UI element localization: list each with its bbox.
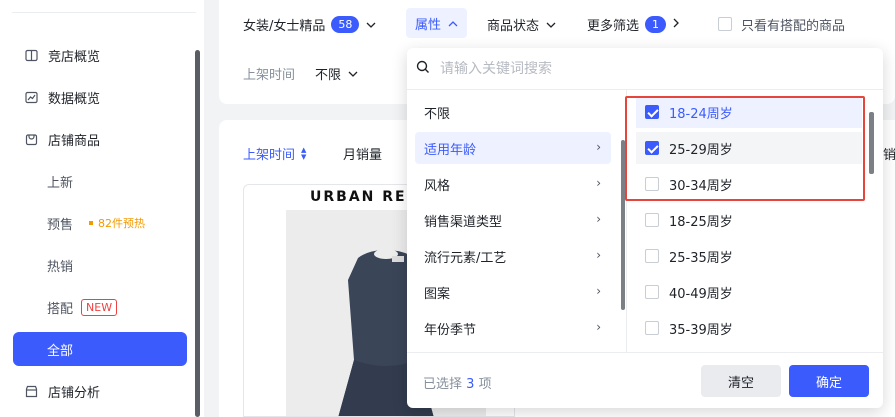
new-tag: NEW	[81, 298, 118, 316]
sidebar-item-label: 热销	[47, 259, 74, 275]
clear-button[interactable]: 清空	[701, 365, 781, 397]
more-filters-count-badge: 1	[645, 15, 667, 33]
chevron-right-icon	[673, 17, 679, 32]
sidebar-subitem-match[interactable]: 搭配 NEW	[13, 290, 187, 324]
sidebar-item-label: 搭配	[47, 301, 74, 317]
chevron-up-icon	[448, 16, 458, 31]
checkbox[interactable]	[718, 17, 732, 31]
sidebar-scrollbar[interactable]	[195, 50, 200, 417]
keyword-search-input[interactable]	[440, 60, 840, 77]
shelf-time-select[interactable]: 不限	[315, 61, 358, 85]
chevron-right-icon: ›	[596, 176, 601, 190]
presale-hot-badge: 82件预热	[89, 215, 145, 231]
chevron-right-icon: ›	[596, 140, 601, 154]
sidebar-item-store-analysis[interactable]: 店铺分析	[13, 374, 187, 408]
divider	[12, 12, 196, 13]
sidebar: 竞店概览 数据概览 店铺商品 上新 预售 82件预热 热销 搭配 NEW 全部 …	[0, 0, 204, 417]
shop-bag-icon	[25, 133, 38, 146]
attr-category-item[interactable]: 不限	[415, 96, 611, 128]
sort-edge-label: 销	[883, 148, 895, 163]
sort-icon: ▲ ▼	[301, 145, 307, 161]
dropdown-footer: 已选择 3 项 清空 确定	[407, 352, 883, 408]
age-option[interactable]: 40-49周岁	[636, 276, 862, 308]
attr-category-item[interactable]: 销售渠道类型 ›	[415, 204, 611, 236]
confirm-button[interactable]: 确定	[789, 365, 869, 397]
attr-category-item[interactable]: 风格 ›	[415, 168, 611, 200]
category-count-badge: 58	[331, 15, 360, 33]
chevron-right-icon: ›	[596, 248, 601, 262]
sidebar-item-store-overview[interactable]: 竞店概览	[13, 38, 187, 72]
chevron-right-icon: ›	[596, 284, 601, 298]
attr-category-item[interactable]: 图案 ›	[415, 276, 611, 308]
sort-shelf-time[interactable]: 上架时间 ▲ ▼	[243, 144, 306, 163]
chevron-right-icon: ›	[596, 320, 601, 334]
brand-name: URBAN RE	[310, 189, 407, 205]
attr-category-item[interactable]: 年份季节 ›	[415, 312, 611, 344]
sidebar-item-label: 预售	[47, 217, 74, 233]
sidebar-item-label: 数据概览	[48, 91, 101, 107]
option-scrollbar[interactable]	[869, 112, 874, 174]
sidebar-subitem-all[interactable]: 全部	[13, 332, 187, 366]
chevron-right-icon: ›	[596, 212, 601, 226]
attr-category-item[interactable]: 适用年龄 ›	[415, 132, 611, 164]
age-option[interactable]: 18-25周岁	[636, 204, 862, 236]
sidebar-subitem-presale[interactable]: 预售 82件预热	[13, 206, 187, 240]
attr-category-item[interactable]: 流行元素/工艺 ›	[415, 240, 611, 272]
store-icon	[25, 385, 38, 398]
chart-icon	[25, 91, 38, 104]
checkbox[interactable]	[645, 321, 659, 335]
search-icon	[416, 60, 430, 78]
checkbox[interactable]	[645, 213, 659, 227]
matched-only-checkbox[interactable]: 只看有搭配的商品	[718, 12, 845, 36]
sidebar-item-label: 店铺商品	[48, 133, 101, 149]
book-icon	[25, 49, 38, 62]
sidebar-item-store-products[interactable]: 店铺商品	[13, 122, 187, 156]
attribute-category-list: 不限 适用年龄 › 风格 › 销售渠道类型 › 流行元素/工艺 › 图案 › 年份季节 ›	[407, 90, 627, 352]
more-filters[interactable]: 更多筛选 1	[587, 12, 679, 36]
sidebar-item-label: 上新	[47, 175, 74, 191]
dropdown-search	[407, 48, 883, 90]
sidebar-item-label: 店铺分析	[48, 385, 101, 401]
age-option[interactable]: 25-35周岁	[636, 240, 862, 272]
selected-count: 3	[466, 377, 475, 392]
selected-count-text: 已选择 3 项	[423, 377, 492, 392]
shelf-time-label: 上架时间	[243, 67, 296, 83]
chevron-down-icon	[546, 17, 556, 32]
chevron-down-icon	[348, 66, 358, 81]
sidebar-item-label: 全部	[47, 343, 74, 359]
sidebar-subitem-hot[interactable]: 热销	[13, 248, 187, 282]
sidebar-item-label: 竞店概览	[48, 49, 101, 65]
category-filter[interactable]: 女装/女士精品 58	[243, 12, 376, 36]
sort-monthly-sales[interactable]: 月销量	[343, 144, 382, 163]
sidebar-subitem-new[interactable]: 上新	[13, 164, 187, 198]
checkbox[interactable]	[645, 249, 659, 263]
attribute-filter[interactable]: 属性	[406, 8, 468, 38]
product-status-filter[interactable]: 商品状态	[487, 12, 556, 36]
highlight-box	[625, 96, 865, 201]
age-option[interactable]: 35-39周岁	[636, 312, 862, 344]
checkbox[interactable]	[645, 285, 659, 299]
sidebar-item-data-overview[interactable]: 数据概览	[13, 80, 187, 114]
chevron-down-icon	[366, 17, 376, 32]
